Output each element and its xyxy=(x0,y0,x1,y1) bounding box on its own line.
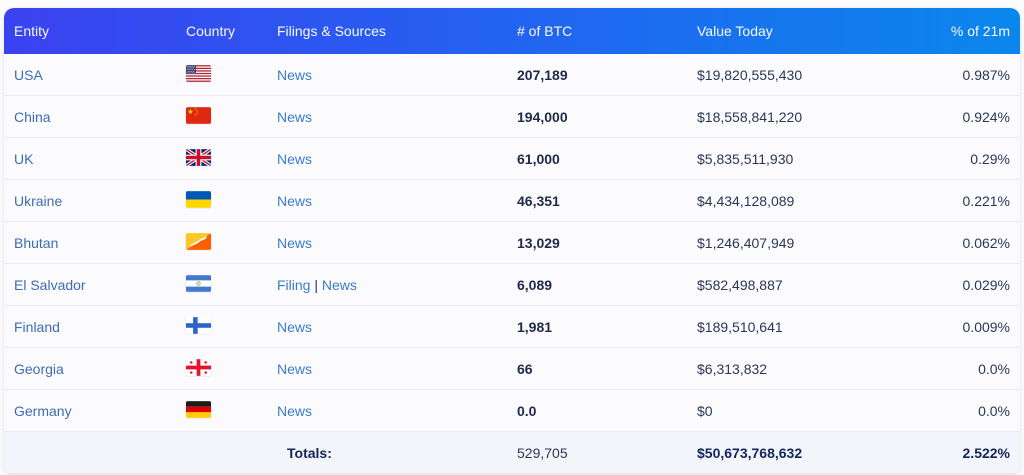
column-header-value: Value Today xyxy=(697,23,773,39)
source-link-news[interactable]: News xyxy=(277,67,312,83)
totals-value: $50,673,768,632 xyxy=(697,444,803,461)
flag-china-icon xyxy=(186,106,211,124)
table-row-finland: Finland News 1,981 $189,510,641 0.009% xyxy=(4,306,1020,348)
flag-bhutan-icon xyxy=(186,232,211,250)
table-row-china: China News 194,000 $18,558,841,220 0.924% xyxy=(4,96,1020,138)
source-link-filing[interactable]: Filing xyxy=(277,277,310,293)
source-link-news[interactable]: News xyxy=(322,277,357,293)
column-header-btc: # of BTC xyxy=(517,23,573,39)
entity-link-uk[interactable]: UK xyxy=(14,151,33,167)
btc-amount: 207,189 xyxy=(517,66,568,83)
entity-link-finland[interactable]: Finland xyxy=(14,319,60,335)
value-today: $582,498,887 xyxy=(697,276,783,293)
value-today: $19,820,555,430 xyxy=(697,66,803,83)
pct-of-21m: 0.221% xyxy=(962,192,1010,209)
value-today: $0 xyxy=(697,402,713,419)
source-link-news[interactable]: News xyxy=(277,319,312,335)
value-today: $189,510,641 xyxy=(697,318,783,335)
table-row-uk: UK News 61,000 $5,835,511,930 0.29% xyxy=(4,138,1020,180)
totals-label: Totals: xyxy=(287,444,332,461)
pct-of-21m: 0.924% xyxy=(962,108,1010,125)
column-header-country: Country xyxy=(186,23,236,39)
entity-link-germany[interactable]: Germany xyxy=(14,403,72,419)
source-link-news[interactable]: News xyxy=(277,403,312,419)
table-row-ukraine: Ukraine News 46,351 $4,434,128,089 0.221% xyxy=(4,180,1020,222)
table-row-usa: USA News 207,189 $19,820,555,430 0.987% xyxy=(4,54,1020,96)
pct-of-21m: 0.0% xyxy=(978,360,1010,377)
source-link-news[interactable]: News xyxy=(277,151,312,167)
source-link-news[interactable]: News xyxy=(277,193,312,209)
entity-link-china[interactable]: China xyxy=(14,109,51,125)
column-header-entity: Entity xyxy=(14,23,50,39)
flag-uk-icon xyxy=(186,148,211,166)
table-row-georgia: Georgia News 66 $6,313,832 0.0% xyxy=(4,348,1020,390)
pct-of-21m: 0.987% xyxy=(962,66,1010,83)
table-body: USA News 207,189 $19,820,555,430 0.987% China… xyxy=(4,54,1020,432)
btc-amount: 1,981 xyxy=(517,318,553,335)
flag-usa-icon xyxy=(186,64,211,82)
table-row-bhutan: Bhutan News 13,029 $1,246,407,949 0.062% xyxy=(4,222,1020,264)
btc-amount: 6,089 xyxy=(517,276,553,293)
pct-of-21m: 0.029% xyxy=(962,276,1010,293)
value-today: $18,558,841,220 xyxy=(697,108,803,125)
table-header-row: Entity Country Filings & Sources # of BT… xyxy=(4,8,1020,54)
pct-of-21m: 0.009% xyxy=(962,318,1010,335)
btc-amount: 46,351 xyxy=(517,192,560,209)
pct-of-21m: 0.29% xyxy=(970,150,1010,167)
source-link-news[interactable]: News xyxy=(277,109,312,125)
totals-btc: 529,705 xyxy=(517,444,568,461)
entity-link-usa[interactable]: USA xyxy=(14,67,43,83)
value-today: $6,313,832 xyxy=(697,360,768,377)
government-btc-holdings-table: Entity Country Filings & Sources # of BT… xyxy=(4,8,1020,474)
column-header-pct21m: % of 21m xyxy=(950,23,1010,39)
btc-amount: 13,029 xyxy=(517,234,560,251)
flag-georgia-icon xyxy=(186,358,211,376)
value-today: $4,434,128,089 xyxy=(697,192,795,209)
entity-link-georgia[interactable]: Georgia xyxy=(14,361,64,377)
flag-germany-icon xyxy=(186,400,211,418)
flag-ukraine-icon xyxy=(186,190,211,208)
table-row-germany: Germany News 0.0 $0 0.0% xyxy=(4,390,1020,432)
entity-link-el-salvador[interactable]: El Salvador xyxy=(14,277,86,293)
value-today: $5,835,511,930 xyxy=(697,150,794,167)
source-link-news[interactable]: News xyxy=(277,235,312,251)
value-today: $1,246,407,949 xyxy=(697,234,795,251)
btc-amount: 66 xyxy=(517,360,533,377)
entity-link-ukraine[interactable]: Ukraine xyxy=(14,193,62,209)
entity-link-bhutan[interactable]: Bhutan xyxy=(14,235,58,251)
table-row-el-salvador: El Salvador Filing | News 6,089 $582,498,88… xyxy=(4,264,1020,306)
column-header-sources: Filings & Sources xyxy=(277,23,386,39)
pipe-separator: | xyxy=(310,276,322,293)
flag-finland-icon xyxy=(186,316,211,334)
flag-el-salvador-icon xyxy=(186,274,211,292)
totals-row: Totals: 529,705 $50,673,768,632 2.522% xyxy=(4,432,1020,474)
source-link-news[interactable]: News xyxy=(277,361,312,377)
btc-amount: 194,000 xyxy=(517,108,568,125)
btc-amount: 0.0 xyxy=(517,402,537,419)
pct-of-21m: 0.062% xyxy=(962,234,1010,251)
btc-amount: 61,000 xyxy=(517,150,560,167)
pct-of-21m: 0.0% xyxy=(978,402,1010,419)
totals-pct: 2.522% xyxy=(962,444,1010,461)
